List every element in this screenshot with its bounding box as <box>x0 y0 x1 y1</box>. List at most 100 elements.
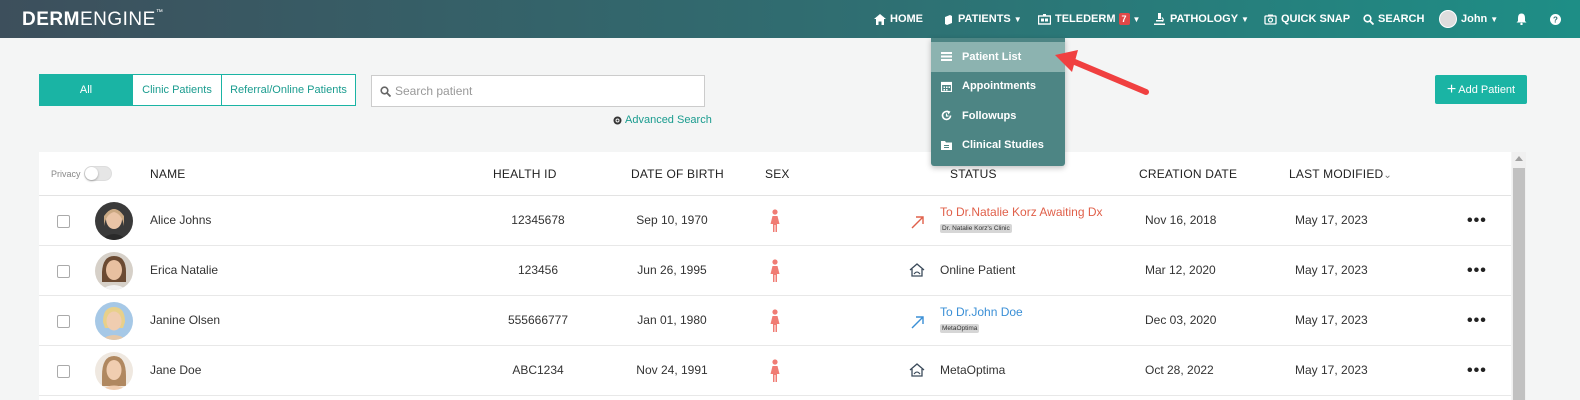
date-of-birth: Jun 26, 1995 <box>637 263 707 277</box>
nav-patients[interactable]: PATIENTS ▼ <box>943 0 1022 38</box>
home-online-icon <box>909 363 925 377</box>
filter-referral-button[interactable]: Referral/Online Patients <box>222 75 355 105</box>
brand-logo[interactable]: DERMENGINE™ <box>22 9 163 31</box>
filter-all-button[interactable]: All <box>40 75 133 105</box>
plus-icon: + <box>1446 80 1457 98</box>
patient-name[interactable]: Alice Johns <box>150 213 211 227</box>
row-checkbox[interactable] <box>57 365 70 378</box>
nav-telederm[interactable]: TELEDERM 7 ▼ <box>1038 0 1140 38</box>
patient-name[interactable]: Jane Doe <box>150 363 201 377</box>
avatar <box>95 352 133 390</box>
column-header-sex[interactable]: SEX <box>765 167 790 181</box>
more-options-icon[interactable]: ••• <box>1467 312 1487 330</box>
notifications-bell[interactable] <box>1516 0 1531 38</box>
patients-icon <box>945 14 952 25</box>
patients-table: Privacy NAME HEALTH ID DATE OF BIRTH SEX… <box>39 152 1511 400</box>
row-checkbox[interactable] <box>57 265 70 278</box>
table-row[interactable]: Erica Natalie 123456 Jun 26, 1995 Online… <box>39 246 1511 296</box>
arrow-up-right-icon <box>911 216 924 229</box>
creation-date: Mar 12, 2020 <box>1145 263 1216 277</box>
microscope-icon <box>1154 13 1165 25</box>
folder-icon <box>941 141 952 151</box>
more-options-icon[interactable]: ••• <box>1467 362 1487 380</box>
female-icon <box>770 209 780 232</box>
status-cell: To Dr.John Doe MetaOptima <box>940 305 1023 333</box>
column-header-name[interactable]: NAME <box>150 167 185 181</box>
help-button[interactable]: ? <box>1550 0 1565 38</box>
last-modified: May 17, 2023 <box>1295 313 1368 327</box>
table-row[interactable]: Alice Johns 12345678 Sep 10, 1970 To Dr.… <box>39 196 1511 246</box>
date-of-birth: Sep 10, 1970 <box>636 213 708 227</box>
annotation-arrow <box>1055 50 1149 95</box>
vertical-scrollbar[interactable] <box>1512 152 1526 400</box>
sort-caret-icon: ⌄ <box>1383 170 1392 181</box>
chevron-down-icon: ▼ <box>1490 14 1499 24</box>
creation-date: Nov 16, 2018 <box>1145 213 1217 227</box>
nav-pathology[interactable]: PATHOLOGY ▼ <box>1153 0 1249 38</box>
column-header-dob[interactable]: DATE OF BIRTH <box>631 167 724 181</box>
nav-search[interactable]: SEARCH <box>1363 0 1424 38</box>
more-options-icon[interactable]: ••• <box>1467 212 1487 230</box>
scrollbar-thumb[interactable] <box>1513 168 1525 400</box>
column-header-status[interactable]: STATUS <box>950 167 997 181</box>
date-of-birth: Nov 24, 1991 <box>636 363 708 377</box>
patient-name[interactable]: Erica Natalie <box>150 263 218 277</box>
status-cell: Online Patient <box>940 263 1016 277</box>
telederm-count-badge: 7 <box>1118 13 1130 25</box>
avatar <box>95 302 133 340</box>
patients-dropdown-menu: Patient List Appointments Followups Clin… <box>931 38 1065 166</box>
status-cell: To Dr.Natalie Korz Awaiting Dx Dr. Natal… <box>940 205 1103 233</box>
menu-item-patient-list[interactable]: Patient List <box>931 42 1065 72</box>
more-options-icon[interactable]: ••• <box>1467 262 1487 280</box>
female-icon <box>770 359 780 382</box>
column-header-creation-date[interactable]: CREATION DATE <box>1139 167 1237 181</box>
health-id: 123456 <box>517 263 559 277</box>
scroll-up-arrow-icon[interactable] <box>1515 156 1523 161</box>
bell-icon <box>1516 13 1527 25</box>
last-modified: May 17, 2023 <box>1295 363 1368 377</box>
chevron-down-icon: ▼ <box>1013 14 1022 24</box>
nav-quick-snap[interactable]: QUICK SNAP <box>1264 0 1350 38</box>
help-icon: ? <box>1550 13 1561 25</box>
patient-name[interactable]: Janine Olsen <box>150 313 220 327</box>
health-id: 12345678 <box>511 213 565 227</box>
menu-item-clinical-studies[interactable]: Clinical Studies <box>931 131 1065 161</box>
date-of-birth: Jan 01, 1980 <box>637 313 707 327</box>
nav-home[interactable]: HOME <box>874 0 923 38</box>
advanced-search-link[interactable]: Advanced Search <box>613 114 712 126</box>
privacy-toggle[interactable] <box>83 166 112 181</box>
menu-item-followups[interactable]: Followups <box>931 101 1065 131</box>
telederm-icon <box>1038 13 1051 25</box>
status-tag: Dr. Natalie Korz's Clinic <box>940 224 1012 233</box>
add-patient-button[interactable]: + Add Patient <box>1435 75 1527 104</box>
column-header-health-id[interactable]: HEALTH ID <box>493 167 557 181</box>
health-id: ABC1234 <box>512 363 564 377</box>
svg-text:?: ? <box>1553 15 1558 24</box>
search-input[interactable] <box>395 84 695 98</box>
creation-date: Oct 28, 2022 <box>1145 363 1214 377</box>
list-icon <box>941 52 952 62</box>
status-cell: MetaOptima <box>940 363 1006 377</box>
privacy-toggle-group: Privacy <box>51 166 112 181</box>
nav-user-menu[interactable]: John ▼ <box>1439 0 1498 38</box>
search-icon <box>380 85 391 97</box>
table-row[interactable]: Janine Olsen 555666777 Jan 01, 1980 To D… <box>39 296 1511 346</box>
patient-search-box <box>371 75 705 107</box>
row-checkbox[interactable] <box>57 215 70 228</box>
avatar <box>95 202 133 240</box>
last-modified: May 17, 2023 <box>1295 213 1368 227</box>
home-icon <box>874 13 886 25</box>
menu-item-appointments[interactable]: Appointments <box>931 72 1065 102</box>
refresh-icon <box>941 110 952 121</box>
table-header: Privacy NAME HEALTH ID DATE OF BIRTH SEX… <box>39 152 1511 196</box>
column-header-last-modified[interactable]: LAST MODIFIED⌄ <box>1289 167 1392 181</box>
avatar <box>1439 10 1457 28</box>
female-icon <box>770 259 780 282</box>
filter-clinic-button[interactable]: Clinic Patients <box>133 75 222 105</box>
female-icon <box>770 309 780 332</box>
health-id: 555666777 <box>507 313 569 327</box>
row-checkbox[interactable] <box>57 315 70 328</box>
camera-icon <box>1264 14 1277 25</box>
arrow-up-right-icon <box>911 316 924 329</box>
table-row[interactable]: Jane Doe ABC1234 Nov 24, 1991 MetaOptima… <box>39 346 1511 396</box>
